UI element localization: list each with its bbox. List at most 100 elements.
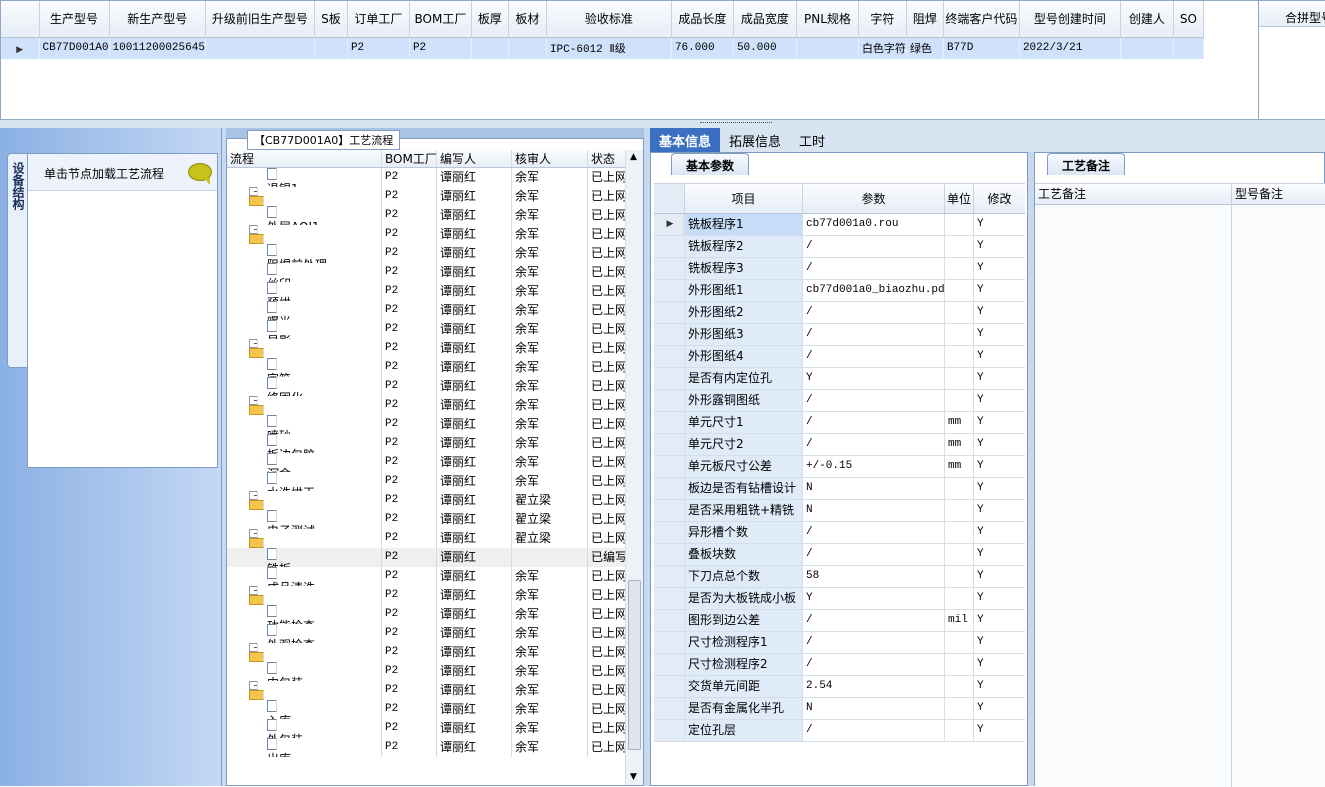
flow-node[interactable]: 功能检查 bbox=[227, 605, 382, 624]
param-row[interactable]: 是否有金属化半孔 N Y bbox=[654, 698, 1025, 720]
param-row[interactable]: 定位孔层 / Y bbox=[654, 720, 1025, 742]
col-writer[interactable]: 编写人 bbox=[437, 150, 512, 167]
flow-node[interactable]: −沉金 bbox=[227, 396, 382, 415]
flow-node[interactable]: 显影 bbox=[227, 320, 382, 339]
param-value[interactable]: +/-0.15 bbox=[803, 456, 945, 477]
scroll-up-icon[interactable]: ▲ bbox=[630, 152, 637, 162]
flow-tree-row[interactable]: 外包装P2谭丽红余军已上网 bbox=[227, 719, 625, 738]
param-modify[interactable]: Y bbox=[974, 720, 1025, 741]
col-status[interactable]: 状态 bbox=[588, 150, 625, 167]
flow-node[interactable]: 预烘 bbox=[227, 282, 382, 301]
col-header[interactable]: 升级前旧生产型号 bbox=[205, 1, 315, 38]
flow-tree-row[interactable]: −电子测试P2谭丽红翟立梁已上网 bbox=[227, 491, 625, 510]
flow-node[interactable]: −AOI1 bbox=[227, 187, 382, 206]
param-modify[interactable]: Y bbox=[974, 302, 1025, 323]
flow-tree-row[interactable]: 水洗烘干P2谭丽红余军已上网 bbox=[227, 472, 625, 491]
collapse-icon[interactable]: − bbox=[249, 491, 258, 500]
param-row[interactable]: 板边是否有钻槽设计 N Y bbox=[654, 478, 1025, 500]
table-cell[interactable] bbox=[314, 37, 348, 59]
param-row[interactable]: 外形图纸3/ Y bbox=[654, 324, 1025, 346]
basic-params-tab[interactable]: 基本参数 bbox=[671, 153, 750, 175]
collapse-icon[interactable]: − bbox=[249, 339, 258, 348]
flow-node[interactable]: 铣板 bbox=[227, 548, 382, 567]
flow-tree-row[interactable]: −外形P2谭丽红翟立梁已上网 bbox=[227, 529, 625, 548]
param-row[interactable]: 尺寸检测程序2/ Y bbox=[654, 654, 1025, 676]
flow-tree-row[interactable]: −阻焊P2谭丽红余军已上网 bbox=[227, 225, 625, 244]
col-header[interactable]: S板 bbox=[314, 1, 348, 38]
flow-tree-row[interactable]: −终检P2谭丽红余军已上网 bbox=[227, 586, 625, 605]
param-row[interactable]: 叠板块数 / Y bbox=[654, 544, 1025, 566]
col-header[interactable]: PNL规格 bbox=[796, 1, 859, 38]
flow-tree-row[interactable]: 预烘P2谭丽红余军已上网 bbox=[227, 282, 625, 301]
col-modify[interactable]: 修改 bbox=[974, 184, 1025, 213]
flow-tree-row[interactable]: 终固化P2谭丽红余军已上网 bbox=[227, 377, 625, 396]
flow-node[interactable]: −成品仓 bbox=[227, 681, 382, 700]
param-modify[interactable]: Y bbox=[974, 676, 1025, 697]
horizontal-splitter[interactable] bbox=[0, 120, 1325, 128]
col-header[interactable]: 板材 bbox=[508, 1, 547, 38]
param-row[interactable]: 异形槽个数 / Y bbox=[654, 522, 1025, 544]
param-value[interactable]: cb77d001a0.rou bbox=[803, 214, 945, 235]
param-value[interactable]: Y bbox=[803, 368, 945, 389]
param-row[interactable]: 交货单元间距 2.54 Y bbox=[654, 676, 1025, 698]
flow-node[interactable]: −终检 bbox=[227, 586, 382, 605]
flow-tree-row[interactable]: −字符P2谭丽红余军已上网 bbox=[227, 339, 625, 358]
param-value[interactable]: / bbox=[803, 434, 945, 455]
table-cell[interactable] bbox=[1120, 37, 1174, 59]
param-modify[interactable]: Y bbox=[974, 544, 1025, 565]
col-header[interactable]: 阻焊 bbox=[906, 1, 944, 38]
param-value[interactable]: / bbox=[803, 302, 945, 323]
param-modify[interactable]: Y bbox=[974, 412, 1025, 433]
flow-node[interactable]: 外层AOI1 bbox=[227, 206, 382, 225]
flow-node[interactable]: 板边包胶 bbox=[227, 434, 382, 453]
col-header[interactable]: 字符 bbox=[858, 1, 907, 38]
param-row[interactable]: 外形图纸1 cb77d001a0_biaozhu.pdf Y bbox=[654, 280, 1025, 302]
param-value[interactable]: N bbox=[803, 478, 945, 499]
param-modify[interactable]: Y bbox=[974, 654, 1025, 675]
flow-tree-row[interactable]: 入库P2谭丽红余军已上网 bbox=[227, 700, 625, 719]
flow-tree-row[interactable]: 铣板P2谭丽红 已编写 bbox=[227, 548, 625, 567]
param-value[interactable]: / bbox=[803, 324, 945, 345]
col-reviewer[interactable]: 核审人 bbox=[512, 150, 588, 167]
param-modify[interactable]: Y bbox=[974, 390, 1025, 411]
col-process-remark[interactable]: 工艺备注 bbox=[1035, 184, 1232, 204]
param-value[interactable]: / bbox=[803, 390, 945, 411]
param-row[interactable]: 是否采用粗铣+精铣 N Y bbox=[654, 500, 1025, 522]
flow-tree-row[interactable]: −成品仓P2谭丽红余军已上网 bbox=[227, 681, 625, 700]
flow-tree-row[interactable]: 功能检查P2谭丽红余军已上网 bbox=[227, 605, 625, 624]
param-row[interactable]: 单元板尺寸公差 +/-0.15 mm Y bbox=[654, 456, 1025, 478]
table-cell[interactable]: 2022/3/21 bbox=[1019, 37, 1121, 59]
param-value[interactable]: / bbox=[803, 258, 945, 279]
flow-node[interactable]: 终固化 bbox=[227, 377, 382, 396]
col-header[interactable]: 验收标准 bbox=[546, 1, 672, 38]
flow-tree-row[interactable]: 丝印P2谭丽红余军已上网 bbox=[227, 263, 625, 282]
table-cell[interactable]: 50.000 bbox=[733, 37, 797, 59]
col-header[interactable]: 成品宽度 bbox=[733, 1, 797, 38]
flow-tree-row[interactable]: −AOI1P2谭丽红余军已上网 bbox=[227, 187, 625, 206]
param-value[interactable]: / bbox=[803, 236, 945, 257]
table-cell[interactable]: 76.000 bbox=[671, 37, 734, 59]
flow-node[interactable]: −阻焊 bbox=[227, 225, 382, 244]
table-row[interactable]: ▶ CB77D001A0 10011200025645 P2 P2 IPC-6012 Ⅱ级… bbox=[1, 37, 1204, 59]
tab-work-hours[interactable]: 工时 bbox=[790, 128, 834, 152]
param-modify[interactable]: Y bbox=[974, 236, 1025, 257]
flow-tree-row[interactable]: 外观检查P2谭丽红余军已上网 bbox=[227, 624, 625, 643]
param-value[interactable]: / bbox=[803, 522, 945, 543]
param-value[interactable]: cb77d001a0_biaozhu.pdf bbox=[803, 280, 945, 301]
param-modify[interactable]: Y bbox=[974, 434, 1025, 455]
flow-tree-row[interactable]: 退锡1P2谭丽红余军已上网 bbox=[227, 168, 625, 187]
table-cell[interactable]: B77D bbox=[943, 37, 1020, 59]
flow-tree-row[interactable]: 喷砂P2谭丽红余军已上网 bbox=[227, 415, 625, 434]
flow-node[interactable]: −电子测试 bbox=[227, 491, 382, 510]
collapse-icon[interactable]: − bbox=[249, 643, 258, 652]
collapse-icon[interactable]: − bbox=[249, 187, 258, 196]
col-header[interactable]: 终端客户代码 bbox=[943, 1, 1020, 38]
param-row[interactable]: 铣板程序3/ Y bbox=[654, 258, 1025, 280]
param-row[interactable]: 尺寸检测程序1/ Y bbox=[654, 632, 1025, 654]
flow-node[interactable]: 喷砂 bbox=[227, 415, 382, 434]
param-row[interactable]: 单元尺寸1/mm Y bbox=[654, 412, 1025, 434]
col-header[interactable]: 成品长度 bbox=[671, 1, 734, 38]
flow-tree-row[interactable]: 电子测试P2谭丽红翟立梁已上网 bbox=[227, 510, 625, 529]
flow-tree-row[interactable]: 曝光P2谭丽红余军已上网 bbox=[227, 301, 625, 320]
tab-extended-info[interactable]: 拓展信息 bbox=[720, 128, 790, 152]
